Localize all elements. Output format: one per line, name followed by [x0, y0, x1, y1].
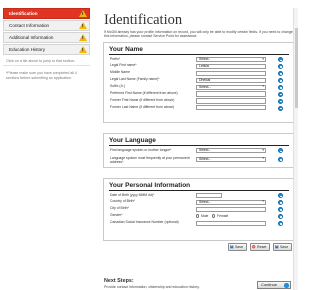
- date-of-birth-input[interactable]: [196, 193, 222, 199]
- help-icon[interactable]: [278, 213, 283, 219]
- first-name-row: Legal First name* Leticia: [104, 64, 294, 71]
- field-label: Former First Name (if different from abo…: [110, 97, 175, 102]
- help-icon[interactable]: [278, 91, 283, 97]
- sidebar-item-identification[interactable]: Identification: [3, 8, 90, 19]
- sidebar-item-label: Additional Information: [9, 35, 54, 40]
- prefix-select[interactable]: Select...: [196, 57, 266, 63]
- help-icon[interactable]: [278, 98, 283, 104]
- suffix-select[interactable]: Select...: [196, 84, 266, 90]
- help-icon[interactable]: [278, 77, 283, 83]
- sin-row: Canadian Social Insurance Number (option…: [104, 220, 294, 228]
- save-next-button-label: Save: [280, 245, 289, 249]
- field-label: Legal First name*: [110, 63, 137, 68]
- field-label: Gender*: [110, 213, 123, 218]
- scrollbar[interactable]: [293, 8, 298, 290]
- sidebar-completion-note: *Please make sure you have completed all…: [6, 71, 77, 80]
- help-icon[interactable]: [278, 105, 283, 111]
- warning-icon: [79, 34, 87, 41]
- help-icon[interactable]: [278, 207, 283, 213]
- reset-button[interactable]: Reset: [250, 243, 270, 251]
- warning-icon: [79, 22, 87, 29]
- help-icon[interactable]: [278, 157, 283, 163]
- sidebar-help-note: Click on a tile above to jump to that se…: [6, 59, 76, 63]
- help-icon[interactable]: [278, 57, 283, 63]
- save-next-button[interactable]: Save: [273, 243, 292, 251]
- former-first-name-input[interactable]: [196, 98, 266, 104]
- sidebar-item-education-history[interactable]: Education History: [3, 44, 90, 55]
- field-label: First language spoken or mother tongue*: [110, 147, 172, 152]
- gender-female-label: Female: [217, 213, 229, 218]
- field-label: Date of Birth (yyyy MMM dd)*: [110, 192, 155, 197]
- field-label: Former Last Name (if different from abov…: [110, 104, 175, 109]
- sidebar-item-label: Education History: [9, 47, 46, 52]
- sidebar-item-label: Identification: [9, 11, 38, 16]
- warning-icon: [79, 10, 87, 17]
- field-label: Suffix (Jr.): [110, 84, 126, 89]
- language-panel: Your Language First language spoken or m…: [103, 133, 295, 168]
- former-last-name-input[interactable]: [196, 105, 266, 111]
- personal-info-panel: Your Personal Information Date of Birth …: [103, 178, 295, 241]
- floppy-disk-icon: [230, 245, 234, 249]
- continue-button[interactable]: Continue: [257, 281, 291, 289]
- former-last-name-row: Former Last Name (if different from abov…: [104, 105, 294, 112]
- help-icon[interactable]: [278, 193, 283, 199]
- divider: [3, 65, 90, 67]
- floppy-disk-icon: [275, 245, 279, 249]
- help-icon[interactable]: [278, 220, 283, 226]
- section-heading: Your Language: [109, 137, 156, 144]
- sin-input[interactable]: [196, 220, 266, 226]
- help-icon[interactable]: [278, 200, 283, 206]
- city-of-birth-row: City of Birth*: [104, 207, 294, 214]
- continue-button-label: Continue: [261, 282, 278, 287]
- scrollbar-thumb[interactable]: [294, 28, 298, 108]
- field-label: City of Birth*: [110, 206, 129, 211]
- save-button-label: Save: [235, 245, 244, 249]
- next-steps-text: Provide contact information, citizenship…: [104, 285, 200, 289]
- help-icon[interactable]: [278, 84, 283, 90]
- next-steps-title: Next Steps:: [104, 278, 134, 284]
- home-language-row: Language spoken most frequently at your …: [104, 156, 294, 166]
- section-heading: Your Name: [109, 46, 143, 53]
- divider: [109, 190, 289, 191]
- field-label: Canadian Social Insurance Number (option…: [110, 220, 179, 225]
- gender-male-label: Male: [201, 213, 209, 218]
- first-name-input[interactable]: Leticia: [196, 63, 266, 70]
- sidebar-item-additional-information[interactable]: Additional Information: [3, 32, 90, 43]
- field-label: Legal Last Name (Family name)*: [110, 77, 160, 82]
- gender-male-radio[interactable]: [196, 214, 200, 218]
- city-of-birth-input[interactable]: [196, 206, 266, 212]
- divider: [109, 145, 289, 146]
- gender-female-radio[interactable]: [212, 214, 216, 218]
- name-panel: Your Name Prefix* Select... Legal First …: [103, 42, 295, 123]
- sidebar-item-contact-information[interactable]: Contact Information: [3, 20, 90, 31]
- help-icon[interactable]: [278, 71, 283, 77]
- divider: [109, 54, 289, 55]
- save-button[interactable]: Save: [228, 243, 247, 251]
- field-label: Middle Name: [110, 70, 130, 75]
- section-heading: Your Personal Information: [109, 182, 191, 189]
- last-name-row: Legal Last Name (Family name)* Dhelcal: [104, 78, 294, 85]
- main-content: Identification If McGill already has you…: [100, 0, 300, 290]
- field-label: Prefix*: [110, 56, 120, 61]
- home-language-select[interactable]: Select...: [196, 156, 266, 162]
- reset-icon: [252, 245, 256, 249]
- first-language-select[interactable]: Select...: [196, 148, 266, 154]
- page-title: Identification: [104, 12, 183, 28]
- middle-name-input[interactable]: [196, 70, 266, 76]
- sidebar-nav: Identification Contact Information Addit…: [3, 8, 90, 80]
- last-name-input[interactable]: Dhelcal: [196, 77, 266, 83]
- warning-icon: [79, 46, 87, 53]
- intro-text: If McGill already has your profile infor…: [104, 30, 293, 38]
- sidebar-item-label: Contact Information: [9, 23, 50, 28]
- help-icon[interactable]: [278, 64, 283, 70]
- field-label: Language spoken most frequently at your …: [110, 156, 190, 164]
- field-label: Preferred First Name (if different from …: [110, 90, 178, 95]
- preferred-first-name-input[interactable]: [196, 91, 266, 97]
- country-of-birth-select[interactable]: Select...: [196, 199, 266, 206]
- field-label: Country of Birth*: [110, 199, 135, 204]
- reset-button-label: Reset: [257, 245, 267, 249]
- help-icon[interactable]: [278, 148, 283, 154]
- country-of-birth-row: Country of Birth* Select...: [104, 200, 294, 207]
